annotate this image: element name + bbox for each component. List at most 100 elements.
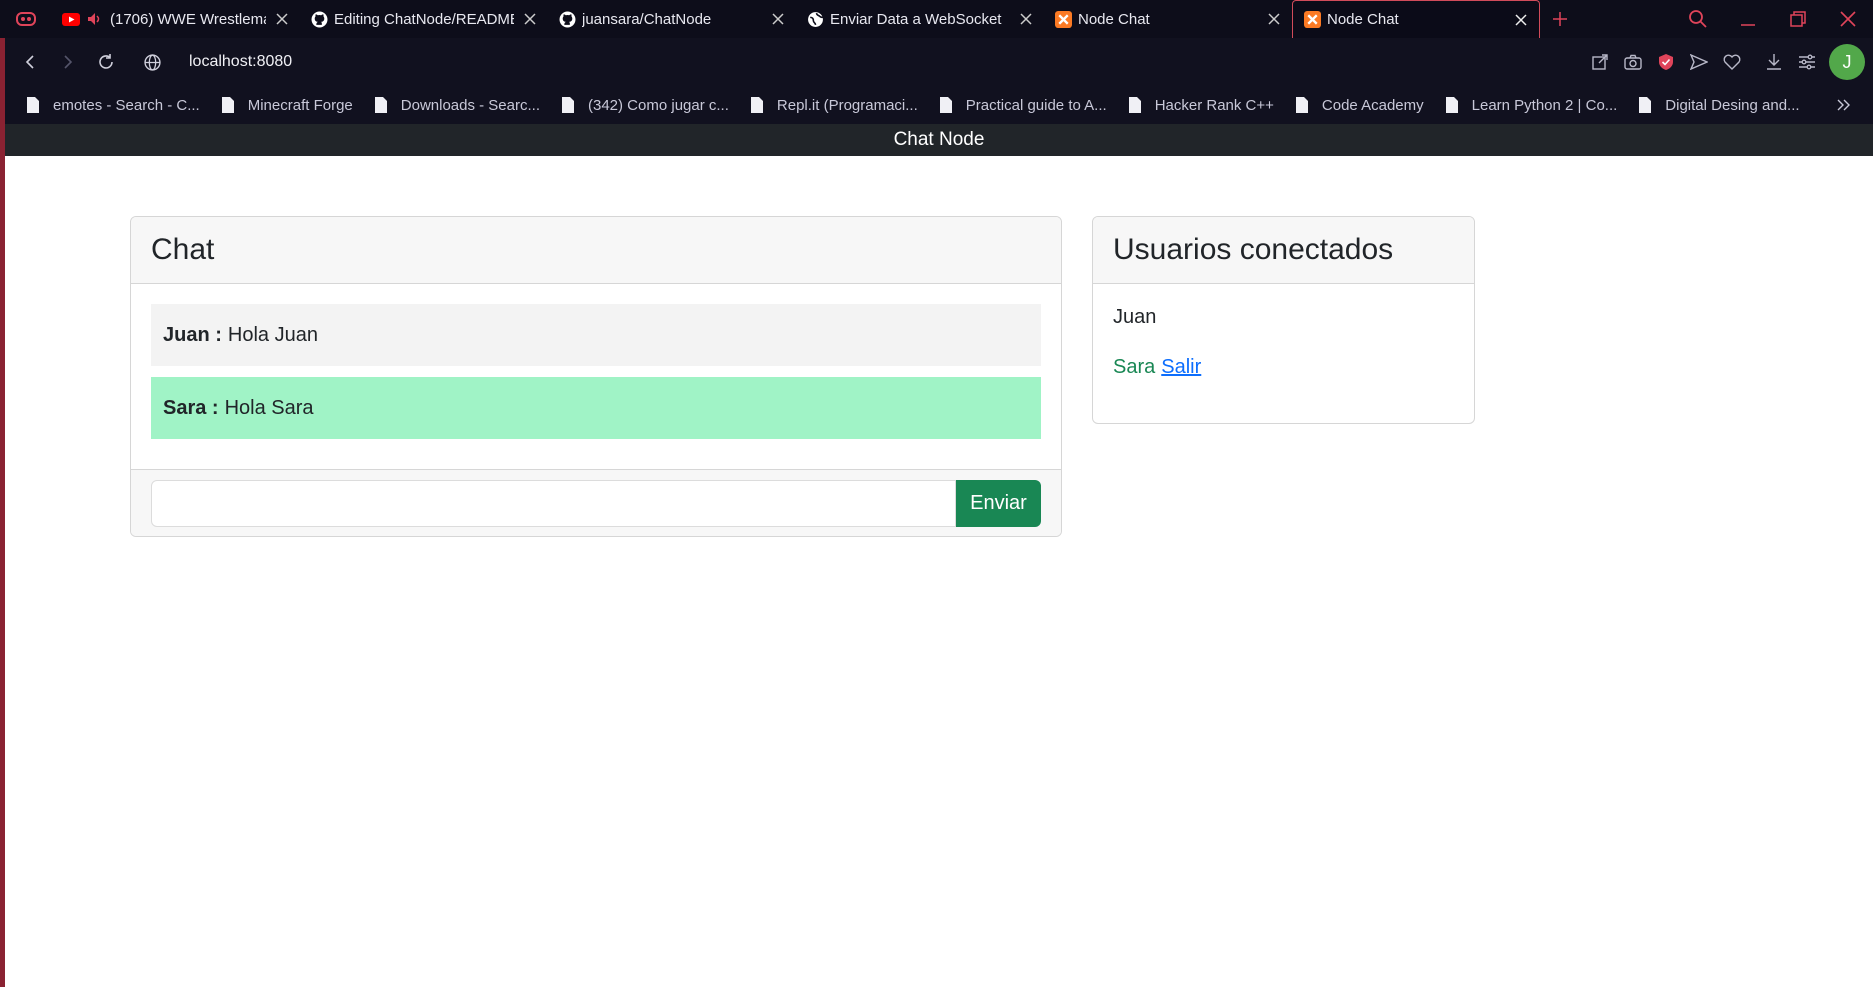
adblock-button[interactable]: [1650, 46, 1682, 78]
bookmark-label: Digital Desing and...: [1665, 96, 1800, 114]
message-text: Hola Juan: [227, 323, 318, 346]
message-author: Juan :: [163, 323, 222, 346]
minimize-icon: [1741, 24, 1755, 26]
share-button[interactable]: [1584, 46, 1616, 78]
snapshot-button[interactable]: [1617, 46, 1649, 78]
favorite-button[interactable]: [1716, 46, 1748, 78]
close-icon[interactable]: [522, 11, 538, 27]
bookmark-item[interactable]: Hacker Rank C++: [1128, 96, 1274, 114]
navbar-brand[interactable]: Chat Node: [894, 129, 985, 151]
bookmark-item[interactable]: Digital Desing and...: [1639, 96, 1800, 114]
bookmark-item[interactable]: Learn Python 2 | Co...: [1445, 96, 1618, 114]
new-tab-button[interactable]: [1540, 0, 1580, 38]
bookmark-item[interactable]: Code Academy: [1295, 96, 1424, 114]
user-item: Juan: [1113, 306, 1454, 330]
chat-card: Chat Juan : Hola Juan Sara : Hola Sara E…: [130, 216, 1062, 537]
bookmark-label: (342) Como jugar c...: [588, 96, 729, 114]
tab-node-chat-active[interactable]: Node Chat: [1292, 0, 1540, 38]
document-icon: [1445, 97, 1458, 113]
forward-button[interactable]: [49, 43, 87, 81]
xampp-icon: [1054, 10, 1072, 28]
back-button[interactable]: [11, 43, 49, 81]
forward-arrow-icon: [64, 55, 73, 69]
bookmark-label: Hacker Rank C++: [1154, 96, 1274, 114]
bookmarks-overflow-button[interactable]: [1837, 99, 1851, 111]
users-card: Usuarios conectados Juan Sara Salir: [1092, 216, 1475, 424]
chat-messages: Juan : Hola Juan Sara : Hola Sara: [131, 284, 1061, 469]
tab-github-readme[interactable]: Editing ChatNode/README.md: [300, 0, 548, 38]
downloads-button[interactable]: [1758, 46, 1790, 78]
github-icon: [558, 10, 576, 28]
close-window-button[interactable]: [1823, 0, 1873, 38]
page-content: Chat Node Chat Juan : Hola Juan Sara : H…: [0, 124, 1873, 987]
bookmark-item[interactable]: emotes - Search - C...: [27, 97, 200, 114]
users-header: Usuarios conectados: [1093, 217, 1474, 284]
logout-link[interactable]: Salir: [1161, 356, 1201, 378]
tab-github-repo[interactable]: juansara/ChatNode: [548, 0, 796, 38]
bookmark-item[interactable]: (342) Como jugar c...: [562, 97, 729, 114]
user-name: Juan: [1113, 306, 1157, 328]
speaker-icon[interactable]: [86, 10, 104, 28]
send-button[interactable]: [1683, 46, 1715, 78]
opera-gx-logo-icon[interactable]: [0, 0, 52, 38]
bookmark-item[interactable]: Minecraft Forge: [221, 96, 353, 114]
document-icon: [27, 97, 39, 113]
document-icon: [1639, 97, 1652, 113]
chat-footer: Enviar: [131, 469, 1061, 536]
document-icon: [939, 97, 952, 113]
close-icon[interactable]: [770, 11, 786, 27]
bookmark-label: Code Academy: [1321, 96, 1424, 114]
bookmarks-bar: emotes - Search - C... Minecraft Forge D…: [0, 86, 1873, 124]
close-icon[interactable]: [1513, 12, 1529, 28]
tab-strip: (1706) WWE Wrestlemania Editing ChatNode…: [0, 0, 1873, 38]
message-input[interactable]: [151, 480, 956, 527]
url-field[interactable]: localhost:8080: [189, 53, 292, 71]
globe-icon: [143, 53, 161, 71]
tab-title: Node Chat: [1327, 11, 1399, 28]
users-list: Juan Sara Salir: [1093, 284, 1474, 423]
minimize-button[interactable]: [1723, 0, 1773, 38]
close-icon[interactable]: [1018, 11, 1034, 27]
settings-sliders-icon: [1799, 54, 1815, 70]
document-icon: [221, 97, 234, 113]
profile-avatar[interactable]: J: [1829, 44, 1865, 80]
message-author: Sara :: [163, 396, 219, 419]
restore-icon: [1790, 11, 1806, 27]
browser-window: (1706) WWE Wrestlemania Editing ChatNode…: [0, 0, 1873, 987]
reload-button[interactable]: [87, 43, 125, 81]
tab-title: Node Chat: [1078, 10, 1150, 28]
window-controls: [1673, 0, 1873, 38]
bookmark-label: emotes - Search - C...: [53, 96, 200, 114]
user-name: Sara: [1113, 356, 1156, 378]
bookmark-item[interactable]: Repl.it (Programaci...: [750, 96, 918, 114]
site-info-button[interactable]: [133, 43, 171, 81]
toolbar-icons: J: [1583, 44, 1873, 80]
close-icon: [1840, 11, 1856, 27]
restore-button[interactable]: [1773, 0, 1823, 38]
navbar: Chat Node: [5, 124, 1873, 156]
close-icon[interactable]: [274, 11, 290, 27]
globe-icon: [806, 10, 824, 28]
plus-icon: [1553, 12, 1567, 26]
bookmark-label: Repl.it (Programaci...: [776, 96, 918, 114]
tab-node-chat[interactable]: Node Chat: [1044, 0, 1292, 38]
easy-setup-button[interactable]: [1791, 46, 1823, 78]
chat-message: Juan : Hola Juan: [151, 304, 1041, 366]
download-icon: [1767, 54, 1781, 70]
share-icon: [1592, 54, 1608, 70]
search-tabs-button[interactable]: [1673, 0, 1723, 38]
send-button[interactable]: Enviar: [956, 480, 1041, 527]
bookmark-item[interactable]: Practical guide to A...: [939, 97, 1107, 114]
document-icon: [750, 97, 763, 113]
github-icon: [310, 10, 328, 28]
user-item-current: Sara Salir: [1113, 356, 1454, 380]
close-icon[interactable]: [1266, 11, 1282, 27]
bookmark-label: Downloads - Searc...: [400, 96, 540, 114]
bookmark-item[interactable]: Downloads - Searc...: [374, 96, 540, 114]
bookmark-label: Minecraft Forge: [247, 96, 353, 114]
camera-icon: [1624, 54, 1642, 70]
tab-websocket[interactable]: Enviar Data a WebSocket: [796, 0, 1044, 38]
bookmark-label: Learn Python 2 | Co...: [1471, 96, 1618, 114]
back-arrow-icon: [25, 55, 34, 69]
tab-youtube[interactable]: (1706) WWE Wrestlemania: [52, 0, 300, 38]
